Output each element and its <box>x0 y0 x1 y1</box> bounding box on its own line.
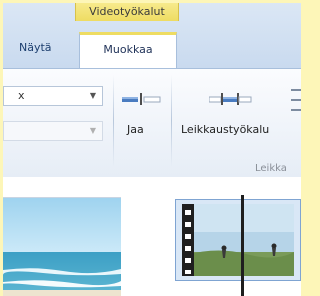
ribbon-separator <box>171 75 172 167</box>
clip-thumbnail <box>182 204 294 276</box>
ribbon-group-label: Leikka <box>255 163 287 174</box>
option-line-icon <box>291 99 301 101</box>
ribbon-separator <box>113 75 114 167</box>
trim-tool-button-label: Leikkaustyökalu <box>181 123 270 136</box>
tab-edit[interactable]: Muokkaa <box>79 32 177 68</box>
split-button-label: Jaa <box>127 123 144 136</box>
app-window: Videotyökalut Näytä Muokkaa x ▼ ▼ Jaa Le… <box>3 3 301 296</box>
storyboard-clip[interactable] <box>175 199 301 281</box>
more-options-button[interactable] <box>287 83 301 123</box>
speed-dropdown[interactable]: x ▼ <box>3 86 103 106</box>
ribbon-panel: x ▼ ▼ Jaa Leikkaustyökalu Leikka <box>3 68 301 178</box>
trim-tool-icon <box>209 93 252 105</box>
chevron-down-icon: ▼ <box>89 91 96 100</box>
trim-tool-button[interactable]: Leikkaustyökalu <box>177 87 281 147</box>
contextual-tab-header: Videotyökalut <box>75 3 179 21</box>
split-icon <box>122 93 161 105</box>
split-button[interactable]: Jaa <box>121 87 161 147</box>
playhead-indicator[interactable] <box>241 195 244 296</box>
duration-dropdown: ▼ <box>3 121 103 141</box>
beach-preview-image <box>3 198 121 296</box>
ribbon-tab-strip: Videotyökalut Näytä Muokkaa <box>3 3 301 68</box>
dropdown-value: x <box>18 89 25 102</box>
tab-view[interactable]: Näytä <box>19 37 52 59</box>
video-preview[interactable] <box>3 197 121 296</box>
option-line-icon <box>291 109 301 111</box>
editor-content <box>3 177 301 296</box>
option-line-icon <box>291 89 301 91</box>
chevron-down-icon: ▼ <box>89 126 96 135</box>
